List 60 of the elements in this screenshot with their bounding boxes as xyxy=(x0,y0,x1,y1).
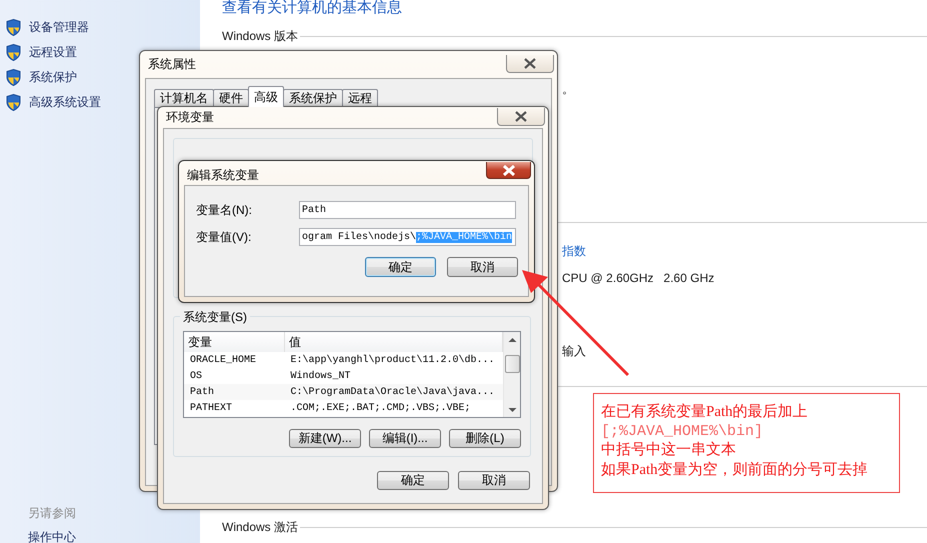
button[interactable]: 新建(W)... xyxy=(289,429,361,448)
tab[interactable]: 计算机名 xyxy=(154,89,214,107)
field-label: 变量值(V): xyxy=(196,228,252,246)
tab[interactable]: 硬件 xyxy=(213,89,249,107)
column-header: 值 xyxy=(284,332,502,352)
section-heading: Windows 激活 xyxy=(222,518,298,536)
field-label: 变量名(N): xyxy=(196,202,253,218)
annotation-text: 中括号中这一串文本 xyxy=(601,441,737,460)
section-heading: Windows 版本 xyxy=(222,28,298,44)
sidebar-link[interactable]: 操作中心 xyxy=(28,530,76,543)
group-label: 系统变量(S) xyxy=(180,309,250,326)
button[interactable]: 确定 xyxy=(365,257,436,277)
close-icon xyxy=(502,164,516,176)
table-cell: Path xyxy=(184,384,284,400)
sidebar-link[interactable]: 高级系统设置 xyxy=(29,94,101,111)
button[interactable]: 确定 xyxy=(377,471,449,490)
table-cell: C:\ProgramData\Oracle\Java\java... xyxy=(284,384,502,400)
annotation-text: [;%JAVA_HOME%\bin] xyxy=(601,423,764,440)
up-arrow-icon[interactable] xyxy=(508,337,516,343)
annotation-text: 在已有系统变量Path的最后加上 xyxy=(601,403,809,422)
link[interactable]: 指数 xyxy=(562,243,927,260)
table-cell: .COM;.EXE;.BAT;.CMD;.VBS;.VBE; xyxy=(284,400,502,416)
sidebar-link[interactable]: 系统保护 xyxy=(29,69,77,86)
button[interactable]: 删除(L) xyxy=(449,429,521,448)
table-cell: ORACLE_HOME xyxy=(184,352,284,368)
shield-icon xyxy=(6,69,21,86)
close-icon xyxy=(514,110,528,122)
close-button[interactable] xyxy=(506,54,554,72)
tab[interactable]: 远程 xyxy=(342,89,378,107)
table-cell: Windows_NT xyxy=(284,368,502,384)
column-header: 变量 xyxy=(184,332,284,352)
close-button[interactable] xyxy=(486,162,531,179)
button[interactable]: 编辑(I)... xyxy=(369,429,441,448)
table-cell: E:\app\yanghl\product\11.2.0\db... xyxy=(284,352,502,368)
input-field[interactable]: ogram Files\nodejs\;%JAVA_HOME%\bin xyxy=(299,228,516,246)
section-heading: 另请参阅 xyxy=(28,506,76,520)
scrollbar-thumb[interactable] xyxy=(504,355,520,373)
shield-icon xyxy=(6,94,21,111)
button[interactable]: 取消 xyxy=(447,257,518,277)
window-title: 环境变量 xyxy=(166,109,214,126)
shield-icon xyxy=(6,19,21,36)
tab[interactable]: 系统保护 xyxy=(283,89,343,107)
sidebar-link[interactable]: 远程设置 xyxy=(29,44,77,61)
sidebar-link[interactable]: 设备管理器 xyxy=(29,19,89,36)
table-cell: PATHEXT xyxy=(184,400,284,416)
info-text: 输入 xyxy=(562,343,587,360)
close-button[interactable] xyxy=(497,108,545,126)
tab[interactable]: 高级 xyxy=(248,86,284,107)
info-text: CPU @ 2.60GHz 2.60 GHz xyxy=(562,271,716,285)
window-title: 编辑系统变量 xyxy=(187,167,259,184)
annotation-text: 如果Path变量为空，则前面的分号可去掉 xyxy=(601,461,869,480)
shield-icon xyxy=(6,44,21,61)
scrollbar[interactable] xyxy=(503,332,520,417)
down-arrow-icon[interactable] xyxy=(508,407,516,413)
table-cell: OS xyxy=(184,368,284,384)
info-text: 。 xyxy=(562,81,575,98)
close-icon xyxy=(523,58,537,68)
window-title: 系统属性 xyxy=(148,56,196,73)
button[interactable]: 取消 xyxy=(458,471,530,490)
input-field[interactable]: Path xyxy=(299,201,516,219)
